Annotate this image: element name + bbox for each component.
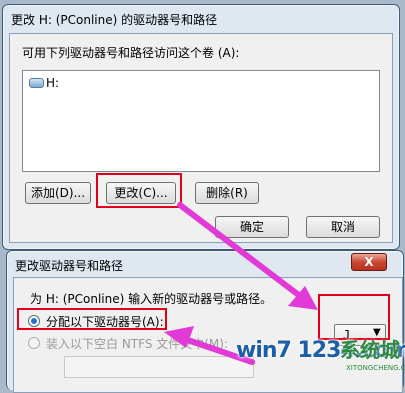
mount-folder-radio[interactable] [28,337,40,349]
list-item-label: H: [46,76,60,90]
change-button-highlight [96,173,182,208]
watermark: win7 1234.com 系统城 XITONGCHENG.COM [236,338,405,387]
mount-folder-option[interactable]: 装入以下空白 NTFS 文件夹中(M): [22,334,252,352]
folder-path-input [64,356,254,378]
ok-button[interactable]: 确定 [215,216,289,238]
dialog-title: 更改驱动器号和路径 [15,259,124,273]
cancel-button[interactable]: 取消 [306,216,380,238]
close-icon: X [364,255,374,269]
watermark-brand: 系统城 [340,338,400,362]
change-drive-letter-dialog: 更改 H: (PConline) 的驱动器号和路径 可用下列驱动器号和路径访问这… [2,4,400,250]
dialog-title: 更改 H: (PConline) 的驱动器号和路径 [11,13,218,27]
assign-letter-highlight [17,308,167,330]
delete-button[interactable]: 删除(R) [195,182,259,204]
drive-icon [29,78,44,88]
dialog-body: 可用下列驱动器号和路径访问这个卷 (A): H: 添加(D)... 更改(C).… [9,33,393,243]
access-label: 可用下列驱动器号和路径访问这个卷 (A): [22,46,240,60]
drive-path-list[interactable]: H: [22,70,380,172]
close-button[interactable]: X [351,253,387,271]
mount-folder-label: 装入以下空白 NTFS 文件夹中(M): [46,337,229,351]
dialog-title-bar[interactable]: 更改驱动器号和路径 X [7,251,403,277]
prompt-text: 为 H: (PConline) 输入新的驱动器号或路径。 [30,292,273,306]
watermark-sub: XITONGCHENG.COM [346,364,405,372]
dialog-title-bar[interactable]: 更改 H: (PConline) 的驱动器号和路径 [3,5,399,31]
add-button[interactable]: 添加(D)... [25,182,91,204]
